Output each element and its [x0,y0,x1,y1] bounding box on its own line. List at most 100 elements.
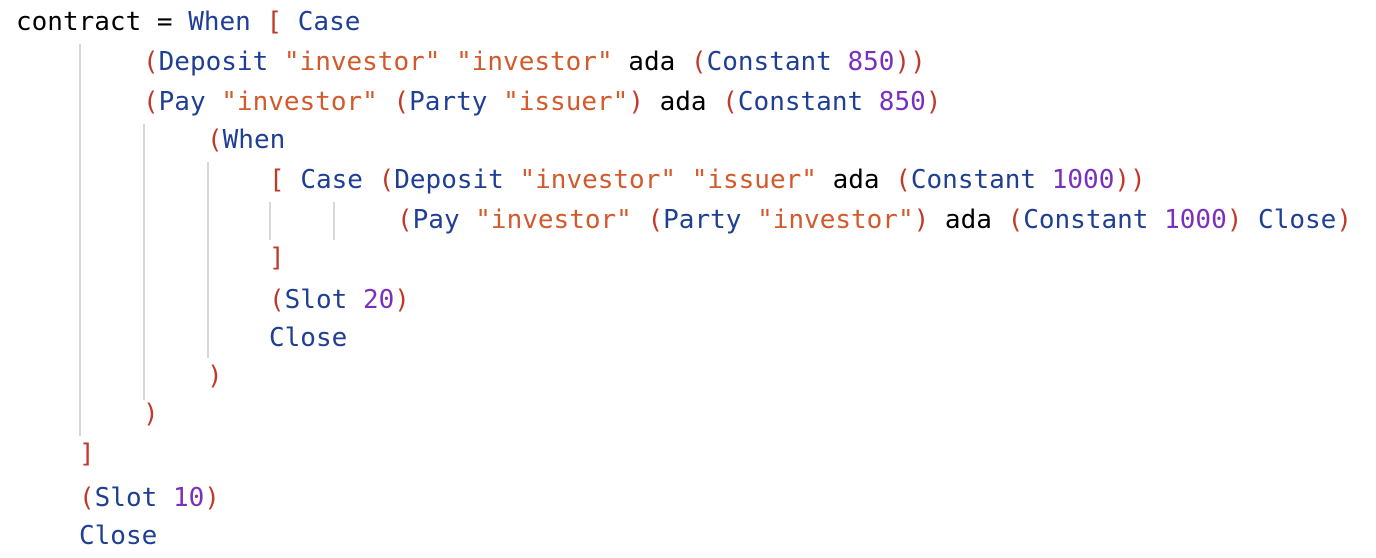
code-token-number: 850 [878,87,926,117]
code-token-bracket: [ [266,7,283,37]
code-line-13[interactable]: (Slot 10) [79,479,220,517]
code-token-string: "issuer" [503,87,629,117]
code-token-bracket: )) [1114,165,1146,195]
code-token-bracket: ( [1007,205,1024,235]
code-token-keyword: Constant [910,165,1037,195]
code-token-number: 1000 [1051,165,1115,195]
code-token-bracket: ) [143,399,159,429]
code-line-2[interactable]: (Deposit "investor" "investor" ada (Cons… [143,43,926,81]
code-token-keyword: Slot [284,285,348,315]
code-token-plain: contract = [16,7,189,37]
code-line-7[interactable]: ] [269,239,285,277]
code-token-bracket: ( [690,47,707,77]
code-token-number: 20 [362,285,395,315]
code-token-bracket: ( [393,87,410,117]
indent-guide [333,202,335,240]
code-token-bracket: ( [143,87,159,117]
code-line-12[interactable]: ] [79,435,95,473]
code-token-string: "issuer" [691,165,817,195]
code-token-bracket: ( [269,285,285,315]
code-token-bracket: ] [79,439,95,469]
code-token-bracket: ] [269,243,285,273]
code-token-bracket: ) [394,285,410,315]
code-line-6[interactable]: (Pay "investor" (Party "investor") ada (… [397,201,1352,239]
code-token-number: 850 [847,47,895,77]
code-token-plain: ada [643,87,723,117]
code-line-5[interactable]: [ Case (Deposit "investor" "issuer" ada … [269,161,1146,199]
code-token-keyword: When [222,125,286,155]
code-token-keyword: Close [269,323,348,353]
code-token-bracket: ( [895,165,911,195]
code-token-keyword: Case [297,7,361,37]
code-line-9[interactable]: Close [269,319,347,357]
code-token-bracket: )) [894,47,926,77]
code-token-keyword: Pay [412,205,460,235]
code-token-number: 10 [172,483,205,513]
code-token-string: "investor" [519,165,677,195]
code-token-keyword: Close [79,521,158,551]
code-token-string: "investor" [456,47,613,77]
code-token-plain: ada [929,205,1008,235]
code-token-keyword: Close [1258,205,1337,235]
code-token-bracket: ) [1336,205,1352,235]
code-token-keyword: Constant [737,87,864,117]
code-token-keyword: Deposit [394,165,504,195]
code-token-bracket: ) [1226,205,1243,235]
code-token-keyword: Constant [706,47,832,77]
indent-guide [79,44,81,436]
code-line-3[interactable]: (Pay "investor" (Party "issuer") ada (Co… [143,83,941,121]
code-token-bracket: ( [79,483,95,513]
code-token-string: "investor" [283,47,441,77]
code-token-keyword: Pay [158,87,206,117]
code-token-plain: ada [816,165,896,195]
code-line-10[interactable]: ) [207,357,223,395]
code-token-bracket: ( [647,205,664,235]
code-token-bracket: ) [925,87,942,117]
code-token-number: 1000 [1164,205,1227,235]
code-token-bracket: ( [207,125,223,155]
indent-guide [269,202,271,240]
code-token-plain: ada [612,47,691,77]
code-line-8[interactable]: (Slot 20) [269,281,410,319]
code-token-bracket: ( [397,205,413,235]
code-token-string: "investor" [757,205,914,235]
code-token-keyword: Constant [1023,205,1149,235]
code-token-bracket: ( [143,47,159,77]
code-token-keyword: Deposit [158,47,269,77]
code-token-bracket: ) [204,483,220,513]
code-editor[interactable]: contract = When [ Case (Deposit "investor… [0,0,1376,558]
code-token-bracket: ( [378,165,395,195]
code-line-1[interactable]: contract = When [ Case [16,3,360,41]
code-token-bracket: ) [913,205,930,235]
code-token-bracket: ( [722,87,738,117]
code-token-keyword: Case [300,165,363,195]
code-token-string: "investor" [475,205,632,235]
code-token-keyword: Slot [94,483,158,513]
code-line-11[interactable]: ) [143,395,159,433]
code-token-bracket: ) [628,87,644,117]
code-token-keyword: Party [663,205,742,235]
code-line-4[interactable]: (When [207,121,285,159]
indent-guide [207,162,209,358]
code-line-14[interactable]: Close [79,517,157,555]
